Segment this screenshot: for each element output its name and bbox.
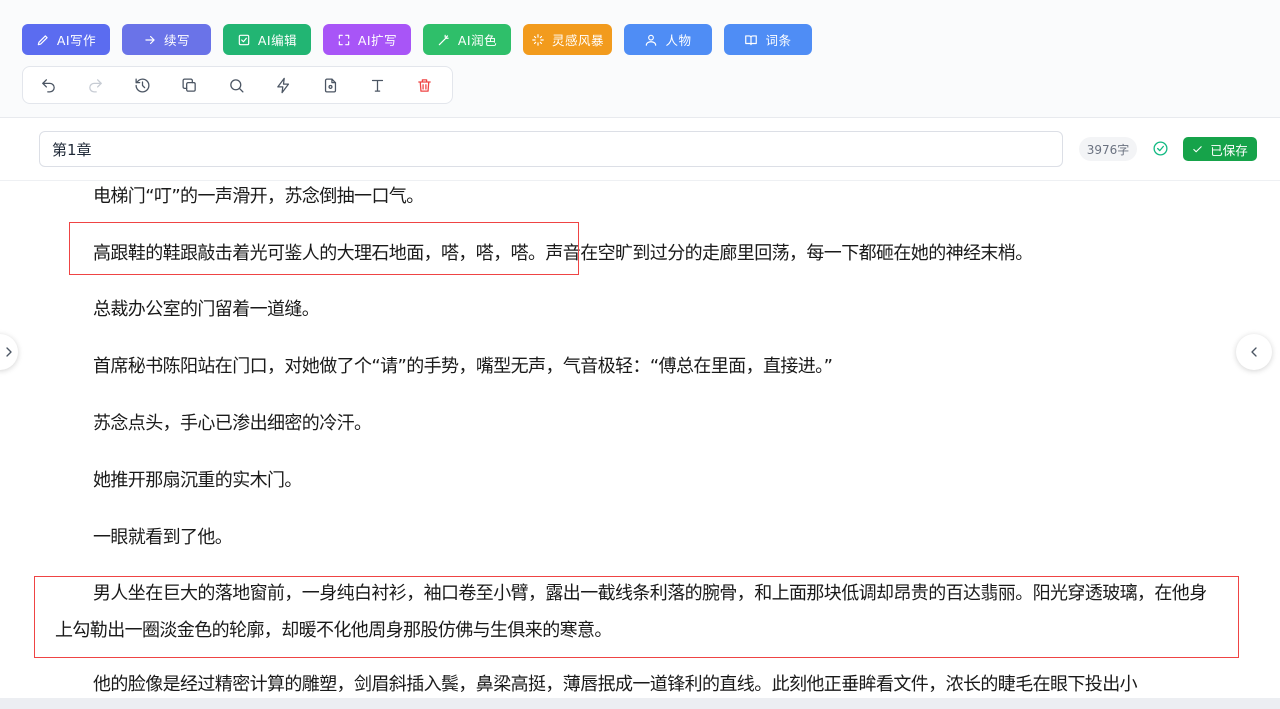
chapter-title-input[interactable]	[39, 131, 1063, 167]
quick-action-button[interactable]	[272, 74, 294, 96]
ai-edit-button[interactable]: AI编辑	[223, 24, 311, 55]
ai-action-bar: AI写作 续写 AI编辑 AI扩写 AI润色 灵感风暴 人物 词条	[22, 24, 812, 55]
ai-write-button[interactable]: AI写作	[22, 24, 110, 55]
book-icon	[745, 34, 758, 45]
redo-icon	[88, 78, 102, 93]
file-icon	[324, 77, 336, 93]
saved-label: 已保存	[1210, 142, 1248, 158]
paragraph: 首席秘书陈阳站在门口，对她做了个“请”的手势，嘴型无声，气音极轻：“傅总在里面，…	[93, 356, 833, 377]
continue-writing-label: 续写	[163, 33, 190, 48]
paragraph: 高跟鞋的鞋跟敲击着光可鉴人的大理石地面，嗒，嗒，嗒。声音在空旷到过分的走廊里回荡…	[93, 243, 1033, 264]
copy-icon	[181, 77, 196, 92]
history-button[interactable]	[131, 74, 153, 96]
ai-expand-label: AI扩写	[357, 33, 398, 48]
ai-write-label: AI写作	[56, 33, 97, 48]
text-format-icon	[371, 79, 383, 92]
copy-button[interactable]	[178, 74, 200, 96]
characters-label: 人物	[665, 33, 692, 48]
ai-polish-button[interactable]: AI润色	[423, 24, 511, 55]
edit-tools-bar	[22, 66, 453, 104]
paragraph: 苏念点头，手心已渗出细密的冷汗。	[93, 413, 372, 434]
edit-square-icon	[238, 34, 250, 45]
inspiration-storm-label: 灵感风暴	[551, 33, 604, 48]
expand-icon	[338, 34, 350, 45]
arrow-right-icon	[145, 35, 155, 44]
search-icon	[229, 78, 244, 93]
text-format-button[interactable]	[366, 74, 388, 96]
editor-app: AI写作 续写 AI编辑 AI扩写 AI润色 灵感风暴 人物 词条 第1章 39…	[0, 0, 1280, 709]
paragraph: 他的脸像是经过精密计算的雕塑，剑眉斜插入鬓，鼻梁高挺，薄唇抿成一道锋利的直线。此…	[93, 674, 1138, 695]
document-button[interactable]	[319, 74, 341, 96]
magic-wand-icon	[438, 34, 449, 45]
undo-button[interactable]	[37, 74, 59, 96]
glossary-button[interactable]: 词条	[724, 24, 812, 55]
ai-expand-button[interactable]: AI扩写	[323, 24, 411, 55]
glossary-label: 词条	[765, 33, 792, 48]
chevron-left-icon	[1251, 347, 1257, 357]
ai-edit-label: AI编辑	[257, 33, 298, 48]
paragraph: 电梯门“叮”的一声滑开，苏念倒抽一口气。	[93, 186, 424, 207]
ai-polish-label: AI润色	[457, 33, 498, 48]
characters-button[interactable]: 人物	[624, 24, 712, 55]
check-circle-icon	[1152, 140, 1169, 157]
delete-button[interactable]	[413, 74, 435, 96]
inspiration-storm-button[interactable]: 灵感风暴	[523, 24, 612, 55]
search-button[interactable]	[225, 74, 247, 96]
right-panel-toggle[interactable]	[1236, 334, 1272, 370]
paragraph: 总裁办公室的门留着一道缝。	[93, 299, 320, 320]
continue-writing-button[interactable]: 续写	[122, 24, 211, 55]
bottom-edge	[0, 698, 1280, 709]
chevron-right-icon	[6, 347, 12, 357]
checkmark-icon	[1193, 145, 1202, 152]
word-count-badge: 3976字	[1079, 137, 1137, 161]
trash-icon	[417, 78, 431, 92]
lightning-icon	[276, 77, 289, 93]
undo-icon	[41, 78, 55, 93]
history-icon	[134, 77, 150, 93]
top-toolbar: AI写作 续写 AI编辑 AI扩写 AI润色 灵感风暴 人物 词条	[0, 0, 1280, 118]
paragraph: 她推开那扇沉重的实木门。	[93, 470, 302, 491]
sparkle-icon	[532, 33, 544, 46]
user-icon	[646, 34, 657, 46]
editor-content[interactable]: 电梯门“叮”的一声滑开，苏念倒抽一口气。 高跟鞋的鞋跟敲击着光可鉴人的大理石地面…	[0, 182, 1280, 698]
redo-button[interactable]	[84, 74, 106, 96]
paragraph: 一眼就看到了他。	[93, 527, 233, 548]
pen-icon	[37, 34, 48, 45]
paragraph: 男人坐在巨大的落地窗前，一身纯白衬衫，袖口卷至小臂，露出一截线条利落的腕骨，和上…	[55, 583, 1207, 641]
saved-status-button[interactable]: 已保存	[1183, 137, 1257, 161]
